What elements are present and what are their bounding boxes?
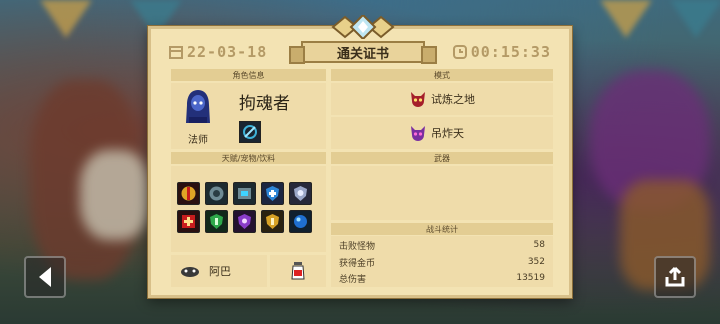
stat-label: 击败怪物 — [339, 241, 376, 252]
back-arrow-icon — [39, 267, 51, 287]
time-display: 00:15:33 — [452, 43, 551, 61]
date-display: 22-03-18 — [169, 43, 267, 61]
mode-item-1: 试炼之地 — [409, 90, 475, 108]
stat-row-damage: 总伤害 13519 — [335, 269, 549, 287]
gold-shield-icon — [261, 210, 284, 233]
share-button[interactable] — [654, 256, 696, 298]
share-icon — [665, 266, 685, 287]
stat-value: 58 — [533, 240, 545, 250]
demon-skull-icon — [411, 92, 425, 107]
stat-value: 13519 — [516, 273, 545, 283]
stats-section-label: 战斗统计 — [426, 224, 458, 234]
pet-icon — [181, 267, 199, 277]
mode-item-2: 吊炸天 — [409, 124, 464, 142]
character-section-bar: 角色信息 — [171, 69, 326, 81]
character-section-label: 角色信息 — [232, 70, 265, 80]
date-text: 22-03-18 — [187, 43, 268, 61]
health-plus-icon — [177, 210, 200, 233]
back-button[interactable] — [24, 256, 66, 298]
mode-section-label: 模式 — [434, 70, 450, 80]
mode-item-1-label: 试炼之地 — [431, 93, 475, 106]
pet-name-panel: 阿巴 — [171, 255, 326, 287]
time-text: 00:15:33 — [470, 43, 551, 61]
weapons-section-label: 武器 — [434, 153, 450, 163]
wizard-portrait-icon — [186, 90, 210, 123]
stats-section-bar: 战斗统计 — [331, 223, 553, 235]
stat-value: 352 — [527, 257, 545, 267]
talent-icon-grid — [177, 182, 312, 233]
pet-name: 阿巴 — [209, 265, 231, 278]
demon-skull-icon — [411, 126, 425, 141]
shield-plus-icon — [261, 182, 284, 205]
stat-label: 总伤害 — [339, 274, 367, 285]
certificate-title: 通关证书 — [289, 41, 437, 64]
certificate-title-text: 通关证书 — [336, 46, 389, 62]
stat-label: 获得金币 — [339, 258, 376, 269]
clear-certificate: 22-03-18 通关证书 00:15:33 角色信息 法师 拘魂者 模式 试炼… — [148, 15, 572, 298]
blue-orb-icon — [289, 210, 312, 233]
stat-row-kills: 击败怪物 58 — [335, 236, 549, 254]
clock-icon — [452, 45, 467, 59]
top-ornament-icon — [331, 15, 395, 39]
drink-icon — [291, 262, 305, 280]
talents-section-label: 天赋/宠物/饮料 — [221, 153, 276, 163]
gear-rune-icon — [205, 182, 228, 205]
weapons-section-bar: 武器 — [331, 152, 553, 164]
character-panel: 法师 拘魂者 — [171, 83, 326, 149]
mode-item-2-label: 吊炸天 — [431, 127, 464, 140]
soul-skill-icon — [243, 125, 257, 139]
weapons-panel — [331, 166, 553, 220]
skill-name: 拘魂者 — [239, 94, 290, 114]
calendar-icon — [169, 46, 183, 59]
talents-section-bar: 天赋/宠物/饮料 — [171, 152, 326, 164]
talents-panel — [171, 166, 326, 252]
drink-icon-cell — [267, 255, 326, 287]
green-shield-icon — [205, 210, 228, 233]
skill-icon-cell — [239, 121, 261, 143]
purple-shield-icon — [233, 210, 256, 233]
red-vertical-blade-icon — [177, 182, 200, 205]
mode-section-bar: 模式 — [331, 69, 553, 81]
vial-icon — [233, 182, 256, 205]
character-class: 法师 — [188, 135, 208, 146]
ghost-shield-icon — [289, 182, 312, 205]
